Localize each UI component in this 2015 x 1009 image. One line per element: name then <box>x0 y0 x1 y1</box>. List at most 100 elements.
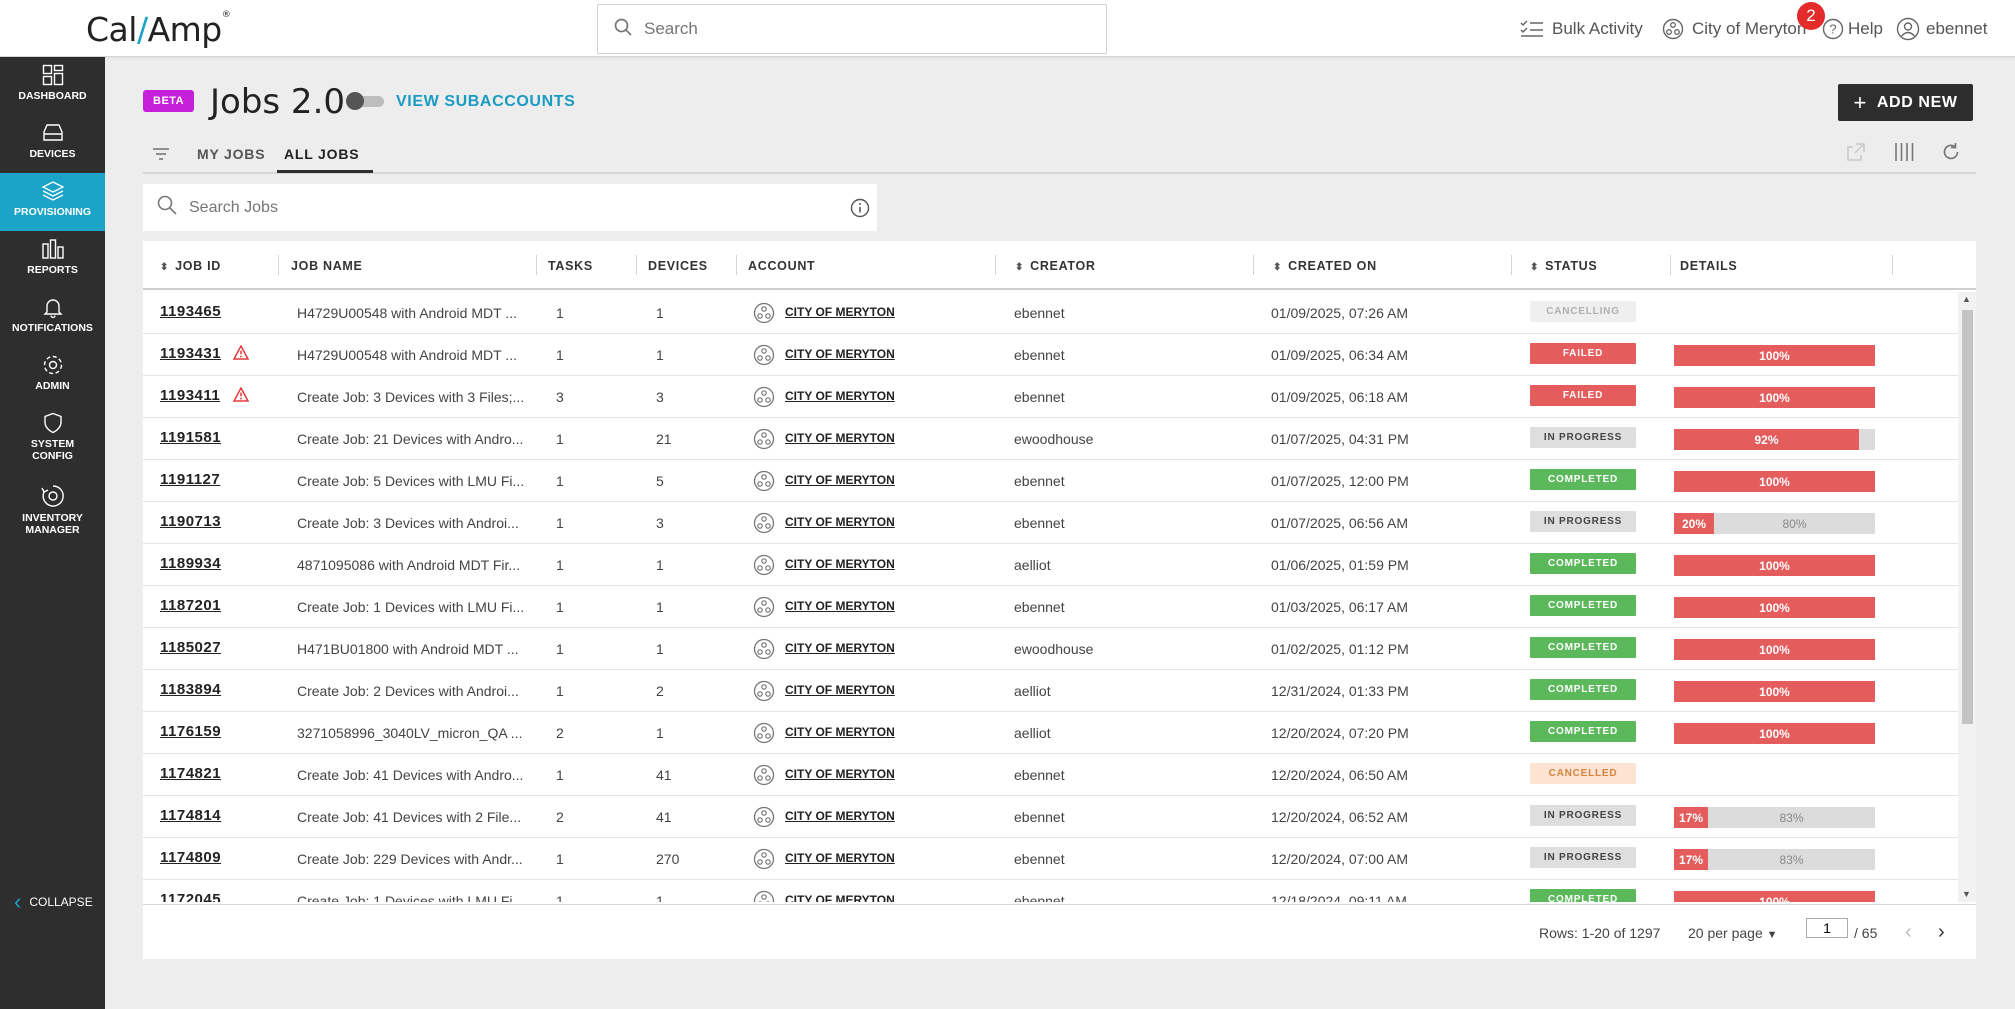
table-row[interactable]: 1193465 H4729U00548 with Android MDT ... 1… <box>143 292 1958 334</box>
table-row[interactable]: 1191581 Create Job: 21 Devices with Andro… <box>143 418 1958 460</box>
tabs-row: MY JOBS ALL JOBS <box>143 137 1976 174</box>
jobs-search-input[interactable] <box>189 198 829 217</box>
table-row[interactable]: 1187201 Create Job: 1 Devices with LMU Fi… <box>143 586 1958 628</box>
tab-all-jobs[interactable]: ALL JOBS <box>284 146 359 162</box>
job-id-link[interactable]: 1176159 <box>160 723 221 740</box>
export-icon[interactable] <box>1845 141 1867 168</box>
column-header-created-on[interactable]: ⬍ CREATED ON <box>1273 259 1377 273</box>
column-header-creator[interactable]: ⬍ CREATOR <box>1015 259 1096 273</box>
creator: ebennet <box>1014 515 1065 531</box>
sidebar-item-system-config[interactable]: SYSTEM CONFIG <box>0 405 105 475</box>
table-row[interactable]: 1174821 Create Job: 41 Devices with Andro… <box>143 754 1958 796</box>
collapse-button[interactable]: ‹ COLLAPSE <box>14 891 93 913</box>
column-header-status[interactable]: ⬍ STATUS <box>1530 259 1597 273</box>
global-search[interactable] <box>597 4 1107 54</box>
account-link[interactable]: CITY OF MERYTON <box>785 725 895 739</box>
table-row[interactable]: 1193431 H4729U00548 with Android MDT ... 1… <box>143 334 1958 376</box>
column-divider <box>1670 255 1671 275</box>
table-row[interactable]: 1190713 Create Job: 3 Devices with Androi… <box>143 502 1958 544</box>
job-id-link[interactable]: 1193431 <box>160 345 221 362</box>
account-link[interactable]: CITY OF MERYTON <box>785 557 895 571</box>
account-link[interactable]: CITY OF MERYTON <box>785 851 895 865</box>
table-scrollbar[interactable]: ▲ ▼ <box>1958 292 1976 902</box>
add-new-button[interactable]: + ADD NEW <box>1838 84 1973 121</box>
user-icon <box>1896 17 1920 41</box>
column-header-job-id[interactable]: ⬍ JOB ID <box>160 259 221 273</box>
tab-my-jobs[interactable]: MY JOBS <box>197 146 265 162</box>
account-link[interactable]: CITY OF MERYTON <box>785 473 895 487</box>
created-on: 12/20/2024, 07:00 AM <box>1271 851 1408 867</box>
inventory-icon <box>40 485 64 507</box>
sidebar-item-dashboard[interactable]: DASHBOARD <box>0 57 105 115</box>
job-id-link[interactable]: 1189934 <box>160 555 221 572</box>
account-selector[interactable]: City of Meryton <box>1662 0 1806 57</box>
sidebar-item-devices[interactable]: DEVICES <box>0 115 105 173</box>
global-search-input[interactable] <box>644 19 1084 39</box>
job-id-link[interactable]: 1193411 <box>160 387 220 404</box>
refresh-icon[interactable] <box>1940 141 1962 168</box>
info-icon[interactable] <box>850 198 870 223</box>
subaccounts-toggle[interactable] <box>346 92 384 110</box>
sidebar-item-reports[interactable]: REPORTS <box>0 231 105 289</box>
account-link[interactable]: CITY OF MERYTON <box>785 809 895 823</box>
sidebar-item-provisioning[interactable]: PROVISIONING <box>0 173 105 231</box>
jobs-search[interactable] <box>143 184 877 231</box>
sidebar-item-notifications[interactable]: NOTIFICATIONS <box>0 289 105 347</box>
account-link[interactable]: CITY OF MERYTON <box>785 515 895 529</box>
job-id-link[interactable]: 1174814 <box>160 807 221 824</box>
account-link[interactable]: CITY OF MERYTON <box>785 893 895 902</box>
job-id-link[interactable]: 1193465 <box>160 303 221 320</box>
table-row[interactable]: 1193411 Create Job: 3 Devices with 3 File… <box>143 376 1958 418</box>
user-menu[interactable]: ebennet <box>1896 0 1987 57</box>
page-number-input[interactable] <box>1806 918 1848 938</box>
per-page-select[interactable]: 20 per page ▼ <box>1688 925 1778 941</box>
notification-badge[interactable]: 2 <box>1797 2 1825 30</box>
table-row[interactable]: 1172045 Create Job: 1 Devices with LMU Fi… <box>143 880 1958 902</box>
account-link[interactable]: CITY OF MERYTON <box>785 599 895 613</box>
job-id-link[interactable]: 1172045 <box>160 891 221 902</box>
table-row[interactable]: 1191127 Create Job: 5 Devices with LMU Fi… <box>143 460 1958 502</box>
table-row[interactable]: 1183894 Create Job: 2 Devices with Androi… <box>143 670 1958 712</box>
scroll-down-icon[interactable]: ▼ <box>1962 889 1971 899</box>
view-subaccounts-label[interactable]: VIEW SUBACCOUNTS <box>396 93 575 111</box>
sidebar-item-admin[interactable]: ADMIN <box>0 347 105 405</box>
job-name: Create Job: 3 Devices with 3 Files;... <box>297 389 525 405</box>
job-id-link[interactable]: 1183894 <box>160 681 221 698</box>
help-link[interactable]: ? Help <box>1822 0 1883 57</box>
creator: aelliot <box>1014 725 1051 741</box>
next-page-icon[interactable]: › <box>1938 921 1945 944</box>
account-link[interactable]: CITY OF MERYTON <box>785 641 895 655</box>
sidebar-item-label: NOTIFICATIONS <box>12 322 93 334</box>
account-link[interactable]: CITY OF MERYTON <box>785 683 895 697</box>
job-id-link[interactable]: 1174809 <box>160 849 221 866</box>
filter-icon[interactable] <box>151 144 171 169</box>
search-icon <box>614 18 632 41</box>
sidebar-item-inventory-manager[interactable]: INVENTORY MANAGER <box>0 477 105 547</box>
table-row[interactable]: 1189934 4871095086 with Android MDT Fir..… <box>143 544 1958 586</box>
account-link[interactable]: CITY OF MERYTON <box>785 767 895 781</box>
job-id-link[interactable]: 1191127 <box>160 471 220 488</box>
table-row[interactable]: 1176159 3271058996_3040LV_micron_QA ... 2 1… <box>143 712 1958 754</box>
job-id-link[interactable]: 1191581 <box>160 429 221 446</box>
table-row[interactable]: 1174809 Create Job: 229 Devices with Andr… <box>143 838 1958 880</box>
job-name: Create Job: 41 Devices with 2 File... <box>297 809 522 825</box>
job-id-link[interactable]: 1185027 <box>160 639 221 656</box>
prev-page-icon[interactable]: ‹ <box>1905 921 1912 944</box>
table-row[interactable]: 1174814 Create Job: 41 Devices with 2 Fil… <box>143 796 1958 838</box>
calamp-logo[interactable]: Cal/Amp® <box>86 10 231 49</box>
account-link[interactable]: CITY OF MERYTON <box>785 431 895 445</box>
creator: ebennet <box>1014 809 1065 825</box>
account-link[interactable]: CITY OF MERYTON <box>785 347 895 361</box>
bulk-activity-link[interactable]: Bulk Activity <box>1520 0 1643 57</box>
status-badge: IN PROGRESS <box>1530 427 1636 448</box>
account-link[interactable]: CITY OF MERYTON <box>785 305 895 319</box>
job-id-link[interactable]: 1187201 <box>160 597 221 614</box>
job-name: Create Job: 5 Devices with LMU Fi... <box>297 473 525 489</box>
table-row[interactable]: 1185027 H471BU01800 with Android MDT ... 1… <box>143 628 1958 670</box>
account-link[interactable]: CITY OF MERYTON <box>785 389 895 403</box>
scroll-up-icon[interactable]: ▲ <box>1962 294 1971 304</box>
columns-icon[interactable] <box>1893 141 1915 168</box>
scroll-thumb[interactable] <box>1962 310 1973 724</box>
job-id-link[interactable]: 1174821 <box>160 765 221 782</box>
job-id-link[interactable]: 1190713 <box>160 513 221 530</box>
